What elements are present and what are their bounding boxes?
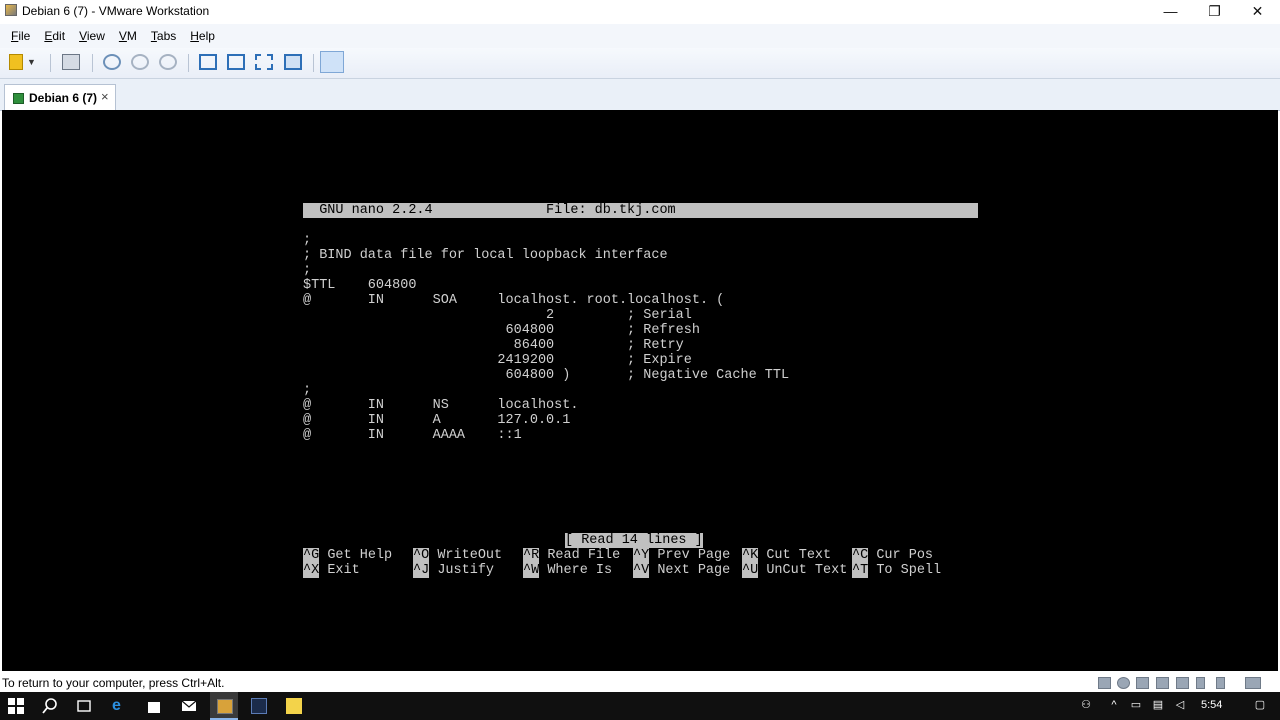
clock[interactable]: 5:54 [1201, 699, 1222, 711]
message-log-icon[interactable] [1245, 677, 1261, 689]
toolbar: ▼ [0, 48, 1280, 79]
file-line: @ IN SOA localhost. root.localhost. ( [303, 293, 725, 308]
vmware-taskbar-icon[interactable] [210, 692, 238, 720]
menu-file[interactable]: File [11, 29, 30, 43]
task-view-icon[interactable] [76, 698, 92, 714]
file-line: 604800 ; Refresh [303, 323, 700, 338]
thumbnail-bar-icon[interactable] [227, 54, 245, 70]
menu-tabs[interactable]: Tabs [151, 29, 176, 43]
snapshot-manager-icon[interactable] [159, 54, 177, 70]
file-line: $TTL 604800 [303, 278, 417, 293]
shortcut-cut-text: ^K Cut Text [742, 548, 832, 563]
printer-icon[interactable] [1156, 677, 1169, 689]
title-bar: Debian 6 (7) - VMware Workstation — ❐ ✕ [0, 0, 1280, 22]
nano-status-message: [ Read 14 lines ] [565, 533, 703, 548]
send-ctrl-alt-del-icon[interactable] [62, 54, 80, 70]
file-line: ; [303, 263, 312, 278]
file-line: 2419200 ; Expire [303, 353, 692, 368]
vmware-app-icon [5, 4, 17, 16]
status-text: To return to your computer, press Ctrl+A… [2, 676, 225, 690]
mail-icon[interactable] [181, 698, 197, 714]
minimize-button[interactable]: — [1148, 0, 1193, 22]
shortcut-prev-page: ^Y Prev Page [633, 548, 731, 563]
vm-icon [13, 93, 24, 104]
file-line: 86400 ; Retry [303, 338, 684, 353]
console-view-icon[interactable] [320, 51, 344, 73]
shortcut-to-spell: ^T To Spell [852, 563, 942, 578]
close-button[interactable]: ✕ [1235, 0, 1280, 22]
tab-close-icon[interactable]: × [101, 89, 109, 104]
store-icon[interactable] [146, 698, 162, 714]
file-line: ; BIND data file for local loopback inte… [303, 248, 668, 263]
windows-start-icon[interactable] [8, 698, 24, 714]
shortcut-next-page: ^V Next Page [633, 563, 731, 578]
file-line: ; [303, 233, 312, 248]
file-line: ; [303, 383, 312, 398]
power-dropdown-icon[interactable]: ▼ [27, 54, 37, 70]
cd-dvd-icon[interactable] [1117, 677, 1130, 689]
show-hidden-icons-icon[interactable]: ^ [1108, 699, 1120, 711]
battery-icon[interactable]: ▭ [1130, 699, 1142, 711]
tab-strip: Debian 6 (7) × [0, 79, 1280, 111]
unity-icon[interactable] [284, 54, 302, 70]
search-icon[interactable] [42, 698, 58, 714]
network-adapter-icon[interactable] [1136, 677, 1149, 689]
file-line: @ IN NS localhost. [303, 398, 579, 413]
window-title: Debian 6 (7) - VMware Workstation [22, 4, 210, 18]
powershell-icon[interactable] [251, 698, 267, 714]
menu-help[interactable]: Help [190, 29, 215, 43]
menu-edit[interactable]: Edit [44, 29, 65, 43]
shortcut-get-help: ^G Get Help [303, 548, 393, 563]
nano-header: GNU nano 2.2.4 File: db.tkj.com [303, 203, 978, 218]
full-screen-icon[interactable] [255, 54, 273, 70]
network-icon[interactable]: ▤ [1152, 699, 1164, 711]
notifications-icon[interactable]: ▢ [1254, 699, 1266, 711]
tab-label: Debian 6 (7) [29, 91, 98, 105]
snapshot-icon[interactable] [103, 54, 121, 70]
sound-card-icon[interactable] [1196, 677, 1205, 689]
shortcut-writeout: ^O WriteOut [413, 548, 503, 563]
menu-bar: File Edit View VM Tabs Help [0, 24, 1280, 48]
pause-icon[interactable] [9, 54, 23, 70]
show-library-icon[interactable] [199, 54, 217, 70]
shortcut-uncut-text: ^U UnCut Text [742, 563, 848, 578]
shortcut-where-is: ^W Where Is [523, 563, 613, 578]
file-line: @ IN AAAA ::1 [303, 428, 522, 443]
shortcut-exit: ^X Exit [303, 563, 360, 578]
edge-browser-icon[interactable]: e [112, 698, 128, 714]
file-explorer-icon[interactable] [286, 698, 302, 714]
shortcut-read-file: ^R Read File [523, 548, 621, 563]
menu-vm[interactable]: VM [119, 29, 137, 43]
people-icon[interactable]: ⚇ [1080, 699, 1092, 711]
taskbar: e ⚇ ^ ▭ ▤ ◁ 5:54 ▢ [0, 692, 1280, 720]
shortcut-cur-pos: ^C Cur Pos [852, 548, 934, 563]
menu-view[interactable]: View [79, 29, 105, 43]
revert-snapshot-icon[interactable] [131, 54, 149, 70]
shortcut-justify: ^J Justify [413, 563, 495, 578]
usb-icon[interactable] [1176, 677, 1189, 689]
tab-debian-6-7[interactable]: Debian 6 (7) × [4, 84, 116, 110]
status-bar: To return to your computer, press Ctrl+A… [0, 674, 1280, 692]
restore-button[interactable]: ❐ [1192, 0, 1237, 22]
display-icon[interactable] [1216, 677, 1225, 689]
vm-console[interactable]: GNU nano 2.2.4 File: db.tkj.com ; ; BIND… [2, 110, 1278, 671]
file-line: @ IN A 127.0.0.1 [303, 413, 571, 428]
hard-disk-icon[interactable] [1098, 677, 1111, 689]
volume-icon[interactable]: ◁ [1174, 699, 1186, 711]
file-line: 604800 ) ; Negative Cache TTL [303, 368, 790, 383]
file-line: 2 ; Serial [303, 308, 692, 323]
